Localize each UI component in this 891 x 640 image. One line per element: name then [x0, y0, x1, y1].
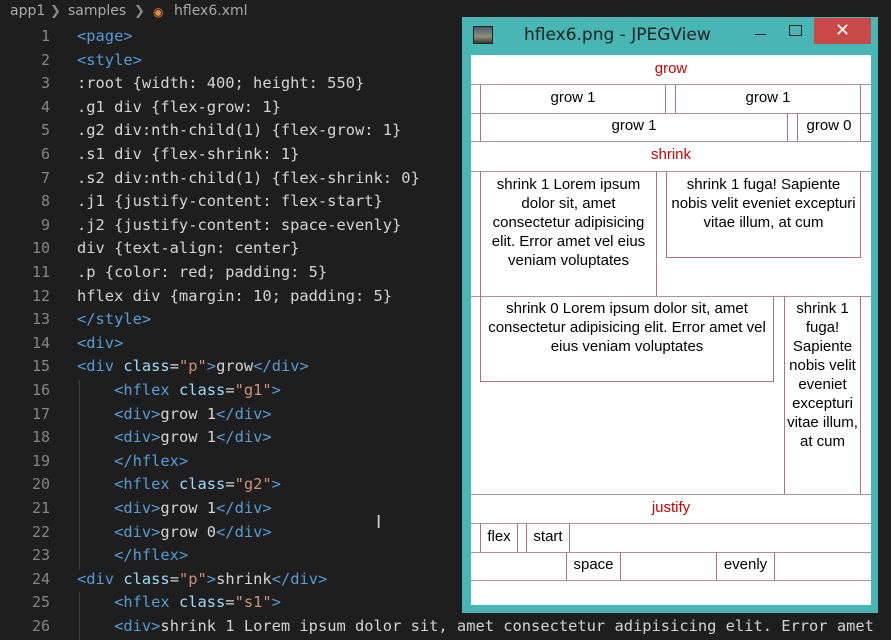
- line-number: 26: [31, 617, 50, 635]
- line-number: 1: [40, 27, 50, 45]
- line-number: 9: [40, 215, 50, 234]
- code-line[interactable]: <div class="p">shrink</div>: [77, 568, 327, 592]
- j2-row: space evenly: [471, 552, 871, 581]
- code-line[interactable]: .g1 div {flex-grow: 1}: [77, 96, 281, 120]
- code-line[interactable]: <div>grow 1</div>: [77, 497, 272, 521]
- j1-row: flex start: [471, 523, 871, 553]
- justify-label: justify: [651, 499, 691, 516]
- code-line[interactable]: <hflex class="g2">: [77, 473, 281, 497]
- line-number: 24: [31, 569, 50, 588]
- minimize-button[interactable]: [745, 19, 777, 47]
- line-number: 16: [31, 381, 50, 399]
- line-number: 18: [31, 428, 50, 447]
- line-number: 13: [31, 310, 50, 329]
- s1-row: shrink 1 Lorem ipsum dolor sit, amet con…: [471, 171, 871, 297]
- line-number: 12: [31, 286, 50, 305]
- code-line[interactable]: <div>grow 1</div>: [77, 403, 272, 427]
- code-line[interactable]: </style>: [77, 308, 151, 332]
- code-line[interactable]: <div>shrink 1 Lorem ipsum dolor sit, ame…: [77, 615, 874, 639]
- line-number: 6: [40, 145, 50, 163]
- image-canvas: grow grow 1 grow 1 grow 1 grow 0 shrink …: [471, 55, 871, 605]
- line-number: 8: [40, 192, 50, 211]
- code-line[interactable]: hflex div {margin: 10; padding: 5}: [77, 285, 392, 309]
- line-number: 4: [40, 97, 50, 116]
- chevron-right-icon: ❯: [134, 4, 145, 19]
- g1-item: grow 1: [675, 85, 861, 113]
- line-number: 22: [31, 522, 50, 541]
- j2-item: evenly: [716, 552, 775, 580]
- code-line[interactable]: </hflex>: [77, 450, 188, 474]
- g2-row: grow 1 grow 0: [471, 113, 871, 142]
- j1-item: start: [526, 524, 570, 552]
- code-line[interactable]: .j1 {justify-content: flex-start}: [77, 190, 383, 214]
- code-line[interactable]: <div class="p">grow</div>: [77, 355, 309, 379]
- breadcrumb-folder[interactable]: samples: [68, 3, 126, 19]
- close-button[interactable]: ✕: [814, 18, 871, 44]
- j2-item: space: [566, 552, 621, 580]
- line-number: 17: [31, 404, 50, 423]
- line-number: 10: [31, 239, 50, 258]
- line-number: 11: [31, 263, 50, 281]
- jpegview-window[interactable]: hflex6.png - JPEGView ✕ grow grow 1 grow…: [462, 17, 878, 613]
- s1-item: shrink 1 fuga! Sapiente nobis velit even…: [666, 172, 861, 258]
- code-line[interactable]: :root {width: 400; height: 550}: [77, 72, 364, 96]
- g1-item: grow 1: [480, 85, 666, 113]
- line-number: 5: [40, 121, 50, 140]
- code-line[interactable]: <style>: [77, 49, 142, 73]
- g1-row: grow 1 grow 1: [471, 84, 871, 114]
- indent-guide: [79, 592, 80, 640]
- code-line[interactable]: .j2 {justify-content: space-evenly}: [77, 214, 401, 238]
- line-number: 19: [31, 451, 50, 470]
- code-line[interactable]: div {text-align: center}: [77, 237, 299, 261]
- code-line[interactable]: .p {color: red; padding: 5}: [77, 261, 327, 285]
- image-viewer-icon: [473, 26, 493, 44]
- code-line[interactable]: <div>grow 1</div>: [77, 426, 272, 450]
- s2-row: shrink 0 Lorem ipsum dolor sit, amet con…: [471, 296, 871, 495]
- s2-item: shrink 1 fuga! Sapiente nobis velit even…: [784, 296, 861, 494]
- line-number: 20: [31, 475, 50, 494]
- line-number: 25: [31, 593, 50, 612]
- line-number: 21: [31, 499, 50, 517]
- title-bar[interactable]: hflex6.png - JPEGView ✕: [462, 17, 878, 51]
- line-number: 14: [31, 333, 50, 352]
- s1-item: shrink 1 Lorem ipsum dolor sit, amet con…: [480, 172, 657, 296]
- g2-item: grow 0: [797, 113, 861, 141]
- shrink-label: shrink: [650, 146, 691, 163]
- code-line[interactable]: <hflex class="g1">: [77, 379, 281, 403]
- indent-guide: [79, 380, 80, 570]
- line-number: 2: [40, 50, 50, 69]
- code-line[interactable]: <div>: [77, 332, 123, 356]
- code-line[interactable]: <div>grow 0</div>: [77, 521, 272, 545]
- breadcrumb-root[interactable]: app1: [10, 3, 45, 19]
- j1-item: flex: [480, 524, 518, 552]
- g2-item: grow 1: [480, 113, 788, 141]
- line-number: 23: [31, 546, 50, 565]
- code-line[interactable]: <hflex class="s1">: [77, 591, 281, 615]
- code-line[interactable]: .g2 div:nth-child(1) {flex-grow: 1}: [77, 119, 401, 143]
- breadcrumb-file[interactable]: hflex6.xml: [174, 3, 248, 19]
- line-number: 15: [31, 357, 50, 376]
- s2-item: shrink 0 Lorem ipsum dolor sit, amet con…: [480, 296, 774, 382]
- chevron-right-icon: ❯: [50, 4, 61, 19]
- line-number: 3: [40, 74, 50, 93]
- code-line[interactable]: .s1 div {flex-shrink: 1}: [77, 143, 299, 167]
- window-title: hflex6.png - JPEGView: [524, 25, 711, 45]
- xml-file-icon: ◉: [153, 5, 164, 19]
- line-number: 7: [40, 168, 50, 187]
- maximize-button[interactable]: [779, 19, 811, 47]
- text-cursor-icon: I: [376, 512, 382, 533]
- code-line[interactable]: .s2 div:nth-child(1) {flex-shrink: 0}: [77, 167, 420, 191]
- code-line[interactable]: <page>: [77, 25, 133, 49]
- code-line[interactable]: </hflex>: [77, 544, 188, 568]
- grow-label: grow: [654, 60, 688, 77]
